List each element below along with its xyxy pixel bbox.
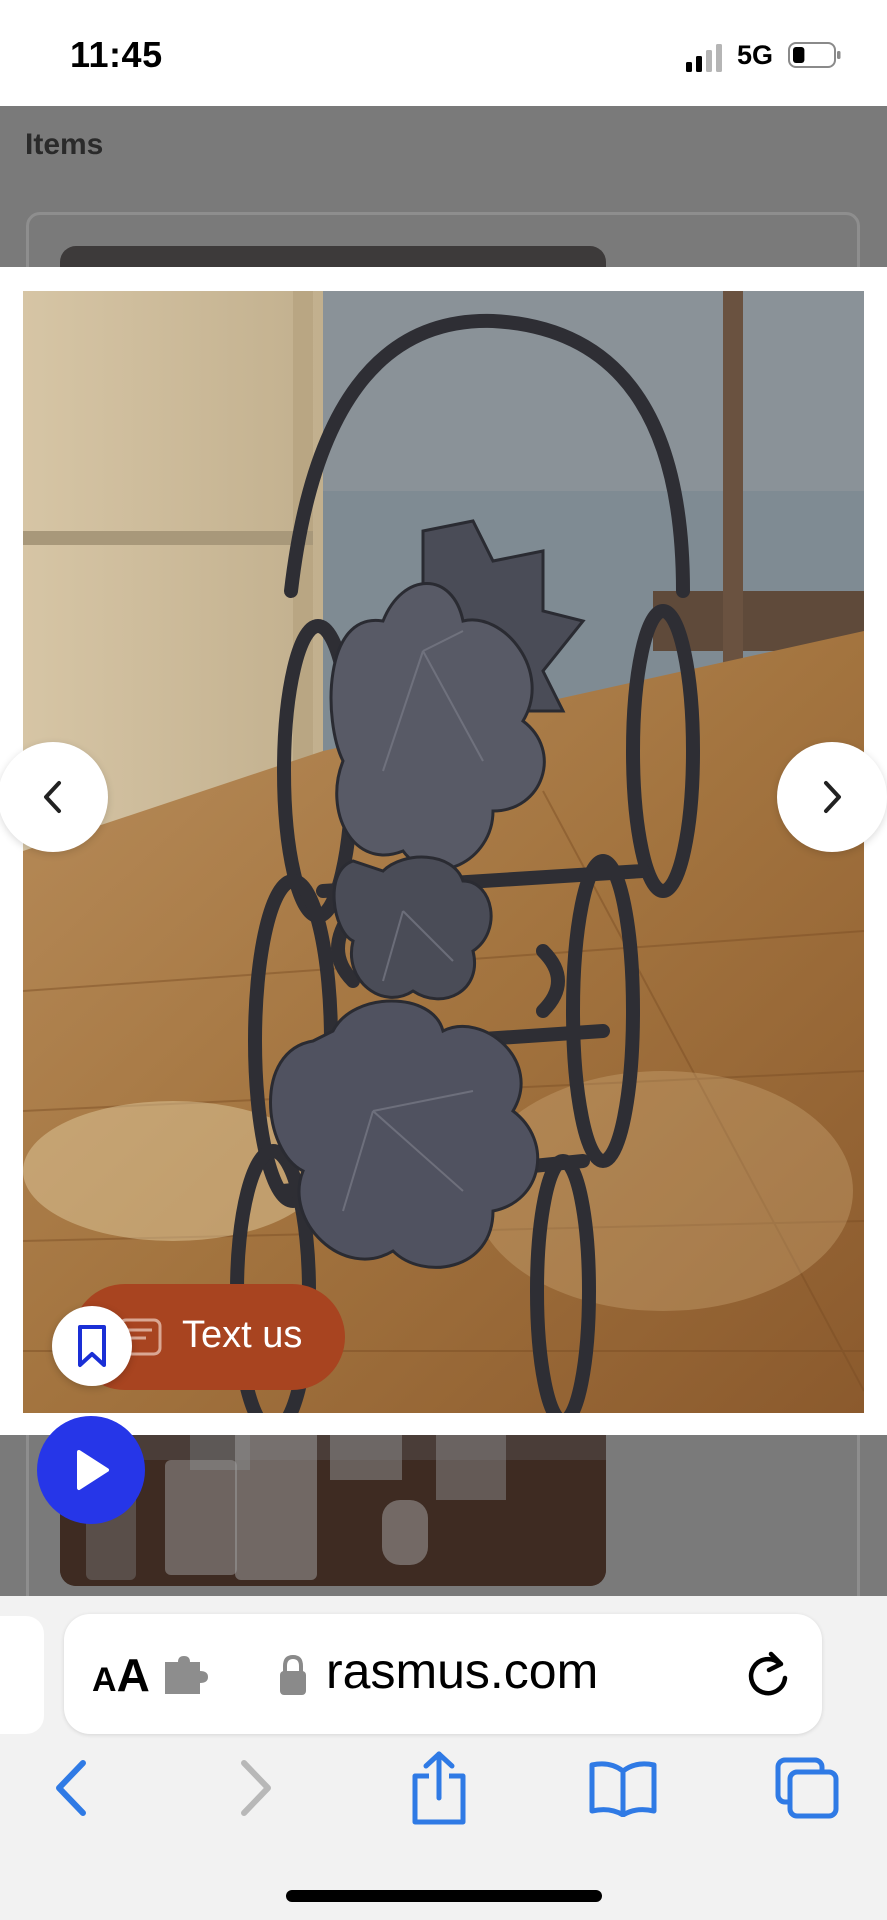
text-us-label: Text us (182, 1314, 303, 1356)
tabs-icon (775, 1757, 839, 1819)
play-video-button[interactable] (37, 1416, 145, 1524)
bookmark-icon (78, 1325, 106, 1367)
battery-icon (788, 42, 841, 68)
product-photo (23, 291, 864, 1413)
chevron-right-icon (241, 1760, 271, 1816)
previous-image-button[interactable] (0, 742, 108, 852)
extension-puzzle-icon[interactable] (162, 1656, 212, 1696)
home-indicator (286, 1890, 602, 1902)
chevron-left-icon (56, 1760, 86, 1816)
tabs-button[interactable] (772, 1748, 842, 1828)
chevron-left-icon (44, 781, 61, 813)
lock-icon (280, 1654, 306, 1695)
url-text: rasmus.com (326, 1643, 599, 1699)
section-title: Items (25, 128, 104, 161)
share-button[interactable] (404, 1748, 474, 1828)
adjacent-tab-preview[interactable] (0, 1616, 44, 1734)
next-image-button[interactable] (777, 742, 887, 852)
aa-small-label: A (92, 1661, 117, 1699)
share-icon (412, 1751, 466, 1825)
back-button[interactable] (36, 1748, 106, 1828)
play-icon (77, 1450, 109, 1490)
clock: 11:45 (70, 34, 163, 75)
network-type: 5G (737, 40, 774, 70)
reader-settings-button[interactable]: AA (92, 1648, 150, 1702)
signal-icon (686, 44, 722, 72)
aa-big-label: A (116, 1649, 150, 1701)
status-bar: 11:45 5G (0, 0, 887, 106)
save-bookmark-button[interactable] (52, 1306, 132, 1386)
bookmarks-button[interactable] (588, 1748, 658, 1828)
book-icon (589, 1761, 657, 1817)
forward-button[interactable] (221, 1748, 291, 1828)
chevron-right-icon (824, 781, 841, 813)
item-thumbnail-glassware[interactable] (60, 1420, 606, 1586)
reload-icon[interactable] (745, 1650, 791, 1700)
